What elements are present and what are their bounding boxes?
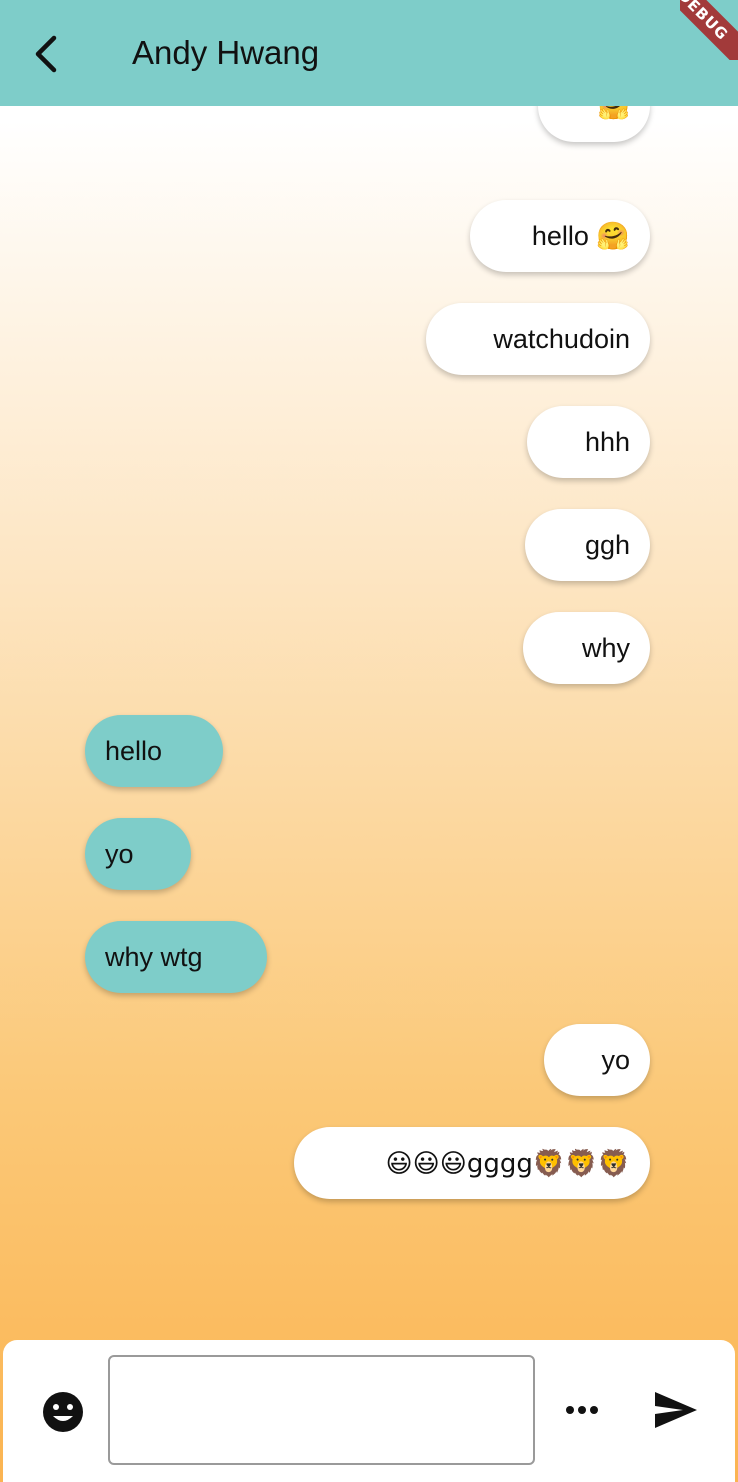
back-button[interactable] <box>28 32 68 76</box>
message-text: hello <box>105 736 163 766</box>
message-text: 🤗 <box>597 106 630 122</box>
debug-banner-label: DEBUG <box>680 0 738 60</box>
message-bubble-sent: hello 🤗 <box>470 200 650 272</box>
chevron-left-icon <box>35 35 57 73</box>
message-bubble-sent: 😃😃😃gggg🦁🦁🦁 <box>294 1127 650 1199</box>
message-text: hhh <box>584 427 630 457</box>
smiley-face-icon <box>43 1392 83 1432</box>
message-text: hello 🤗 <box>531 221 630 251</box>
message-bubble-received: hello <box>85 715 223 787</box>
page-title: Andy Hwang <box>132 34 320 71</box>
message-text: yo <box>601 1045 630 1075</box>
message-text: watchudoin <box>493 324 630 354</box>
more-options-button[interactable] <box>565 1396 599 1424</box>
message-bubble-received: yo <box>85 818 191 890</box>
message-composer <box>3 1340 735 1482</box>
message-list[interactable]: 🤗 hello 🤗 watchudoin hhh ggh why hello y… <box>0 106 738 1338</box>
message-bubble-sent: 🤗 <box>538 106 650 142</box>
message-bubble-sent: why <box>523 612 650 684</box>
message-text: why wtg <box>105 942 203 972</box>
message-text: why <box>581 633 630 663</box>
message-text: yo <box>105 839 134 869</box>
message-text: ggh <box>584 530 630 560</box>
message-bubble-received: why wtg <box>85 921 267 993</box>
message-bubble-sent: yo <box>544 1024 650 1096</box>
message-input[interactable] <box>108 1355 535 1465</box>
message-text: 😃😃😃gggg🦁🦁🦁 <box>385 1149 630 1179</box>
send-icon <box>655 1392 697 1428</box>
message-bubble-sent: hhh <box>527 406 650 478</box>
more-horizontal-icon <box>566 1406 598 1414</box>
emoji-button[interactable] <box>41 1390 85 1434</box>
message-bubble-sent: ggh <box>525 509 650 581</box>
message-bubble-sent: watchudoin <box>426 303 650 375</box>
app-bar: Andy Hwang DEBUG <box>0 0 738 106</box>
debug-banner: DEBUG <box>680 0 738 60</box>
send-button[interactable] <box>651 1388 701 1432</box>
